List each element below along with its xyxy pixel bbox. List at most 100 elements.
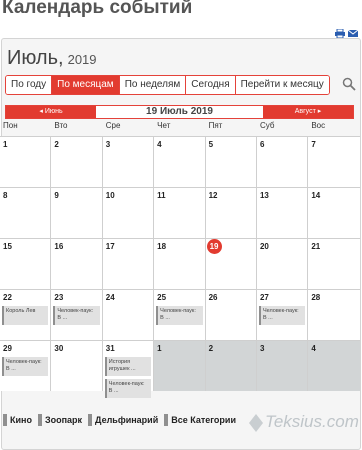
- weekday-label: Вто: [54, 121, 68, 130]
- view-month-button[interactable]: По месяцам: [52, 76, 120, 94]
- day-number[interactable]: 16: [54, 242, 63, 251]
- day-number[interactable]: 1: [157, 344, 161, 353]
- day-number[interactable]: 22: [3, 293, 12, 302]
- day-cell[interactable]: 10: [102, 188, 155, 238]
- day-cell[interactable]: 17: [102, 239, 155, 289]
- search-icon[interactable]: [342, 77, 356, 91]
- legend-label: Дельфинарий: [95, 415, 159, 425]
- day-cell[interactable]: 6: [256, 137, 309, 187]
- day-cell[interactable]: 31 История игрушек ... Человек-паук: В ...: [102, 341, 155, 398]
- current-date-label: 19 Июль 2019: [146, 106, 213, 117]
- today-day-number[interactable]: 19: [206, 239, 222, 254]
- day-cell[interactable]: 27 Человек-паук: В ...: [256, 290, 309, 340]
- event-item[interactable]: Человек-паук: В ...: [258, 306, 306, 325]
- day-cell[interactable]: 22 Король Лев: [0, 290, 52, 340]
- day-number[interactable]: 6: [260, 140, 264, 149]
- view-week-button[interactable]: По неделям: [119, 76, 187, 94]
- event-item[interactable]: Человек-паук: В ...: [2, 357, 49, 376]
- day-number[interactable]: 18: [157, 242, 166, 251]
- day-number[interactable]: 5: [209, 140, 213, 149]
- day-cell[interactable]: 3: [102, 137, 155, 187]
- toolbar-icons: [335, 29, 358, 38]
- day-cell[interactable]: 18: [154, 239, 206, 289]
- weekday-label: Пят: [208, 121, 223, 130]
- day-cell[interactable]: 29 Человек-паук: В ...: [0, 341, 52, 391]
- legend-item[interactable]: Зоопарк: [37, 414, 82, 426]
- day-cell[interactable]: 24: [102, 290, 155, 340]
- day-cell[interactable]: 25 Человек-паук: В ...: [154, 290, 206, 340]
- day-number[interactable]: 3: [260, 344, 264, 353]
- day-cell[interactable]: 16: [51, 239, 103, 289]
- day-number[interactable]: 26: [209, 293, 218, 302]
- legend-swatch: [3, 414, 7, 426]
- day-number[interactable]: 2: [209, 344, 213, 353]
- day-cell-other-month[interactable]: 3: [256, 341, 309, 391]
- day-number[interactable]: 8: [3, 191, 7, 200]
- day-number[interactable]: 17: [106, 242, 115, 251]
- today-button[interactable]: Сегодня: [186, 76, 236, 94]
- day-number[interactable]: 10: [106, 191, 115, 200]
- legend-item[interactable]: Кино: [3, 414, 32, 426]
- day-number[interactable]: 14: [311, 191, 320, 200]
- day-number[interactable]: 30: [54, 344, 63, 353]
- day-cell[interactable]: 4: [154, 137, 206, 187]
- day-cell[interactable]: 26: [205, 290, 257, 340]
- day-cell[interactable]: 7: [308, 137, 360, 187]
- day-cell[interactable]: 14: [308, 188, 360, 238]
- day-number[interactable]: 4: [311, 344, 315, 353]
- week-row: 29 Человек-паук: В ... 30 31 История игрушек…: [0, 340, 360, 398]
- event-item[interactable]: Король Лев: [2, 306, 49, 325]
- prev-month-button[interactable]: ◂ Июнь: [6, 106, 96, 118]
- day-number[interactable]: 15: [3, 242, 12, 251]
- day-cell-other-month[interactable]: 4: [308, 341, 360, 391]
- day-number[interactable]: 27: [260, 293, 269, 302]
- day-number[interactable]: 31: [106, 344, 115, 353]
- day-number[interactable]: 13: [260, 191, 269, 200]
- day-cell[interactable]: 20: [256, 239, 309, 289]
- legend-item[interactable]: Дельфинарий: [88, 414, 158, 426]
- day-number[interactable]: 2: [54, 140, 58, 149]
- day-cell[interactable]: 28: [308, 290, 360, 340]
- day-number[interactable]: 12: [209, 191, 218, 200]
- day-cell[interactable]: 30: [51, 341, 103, 391]
- day-cell[interactable]: 5: [205, 137, 257, 187]
- day-number[interactable]: 29: [3, 344, 12, 353]
- day-cell[interactable]: 23 Человек-паук: В ...: [51, 290, 103, 340]
- day-number[interactable]: 23: [54, 293, 63, 302]
- day-cell[interactable]: 13: [256, 188, 309, 238]
- day-number[interactable]: 20: [260, 242, 269, 251]
- view-year-button[interactable]: По году: [6, 76, 53, 94]
- go-to-month-button[interactable]: Перейти к месяцу: [235, 76, 329, 94]
- day-cell[interactable]: 1: [0, 137, 52, 187]
- day-cell-other-month[interactable]: 1: [154, 341, 206, 391]
- page-title: Календарь событий: [2, 0, 193, 18]
- event-item[interactable]: Человек-паук: В ...: [104, 379, 152, 398]
- day-number[interactable]: 1: [3, 140, 7, 149]
- day-number[interactable]: 28: [311, 293, 320, 302]
- event-item[interactable]: История игрушек ...: [104, 357, 152, 376]
- print-icon[interactable]: [335, 29, 345, 38]
- day-number[interactable]: 11: [157, 191, 165, 200]
- day-number[interactable]: 3: [106, 140, 110, 149]
- day-cell[interactable]: 21: [308, 239, 360, 289]
- day-number[interactable]: 7: [311, 140, 315, 149]
- day-number[interactable]: 21: [311, 242, 320, 251]
- day-number[interactable]: 4: [157, 140, 161, 149]
- week-row: 15 16 17 18 19 20 21: [0, 238, 360, 289]
- event-item[interactable]: Человек-паук: В ...: [53, 306, 100, 325]
- day-cell[interactable]: 11: [154, 188, 206, 238]
- day-cell[interactable]: 8: [0, 188, 52, 238]
- day-cell[interactable]: 2: [51, 137, 103, 187]
- day-cell[interactable]: 9: [51, 188, 103, 238]
- day-number[interactable]: 25: [157, 293, 166, 302]
- day-cell[interactable]: 12: [205, 188, 257, 238]
- email-icon[interactable]: [348, 29, 358, 38]
- legend-item[interactable]: Все Категории: [164, 414, 236, 426]
- day-cell-other-month[interactable]: 2: [205, 341, 257, 391]
- day-number[interactable]: 9: [54, 191, 58, 200]
- next-month-button[interactable]: Август ▸: [263, 106, 353, 118]
- day-cell[interactable]: 15: [0, 239, 52, 289]
- event-item[interactable]: Человек-паук: В ...: [156, 306, 203, 325]
- day-number[interactable]: 24: [106, 293, 115, 302]
- day-cell[interactable]: 19: [205, 239, 257, 289]
